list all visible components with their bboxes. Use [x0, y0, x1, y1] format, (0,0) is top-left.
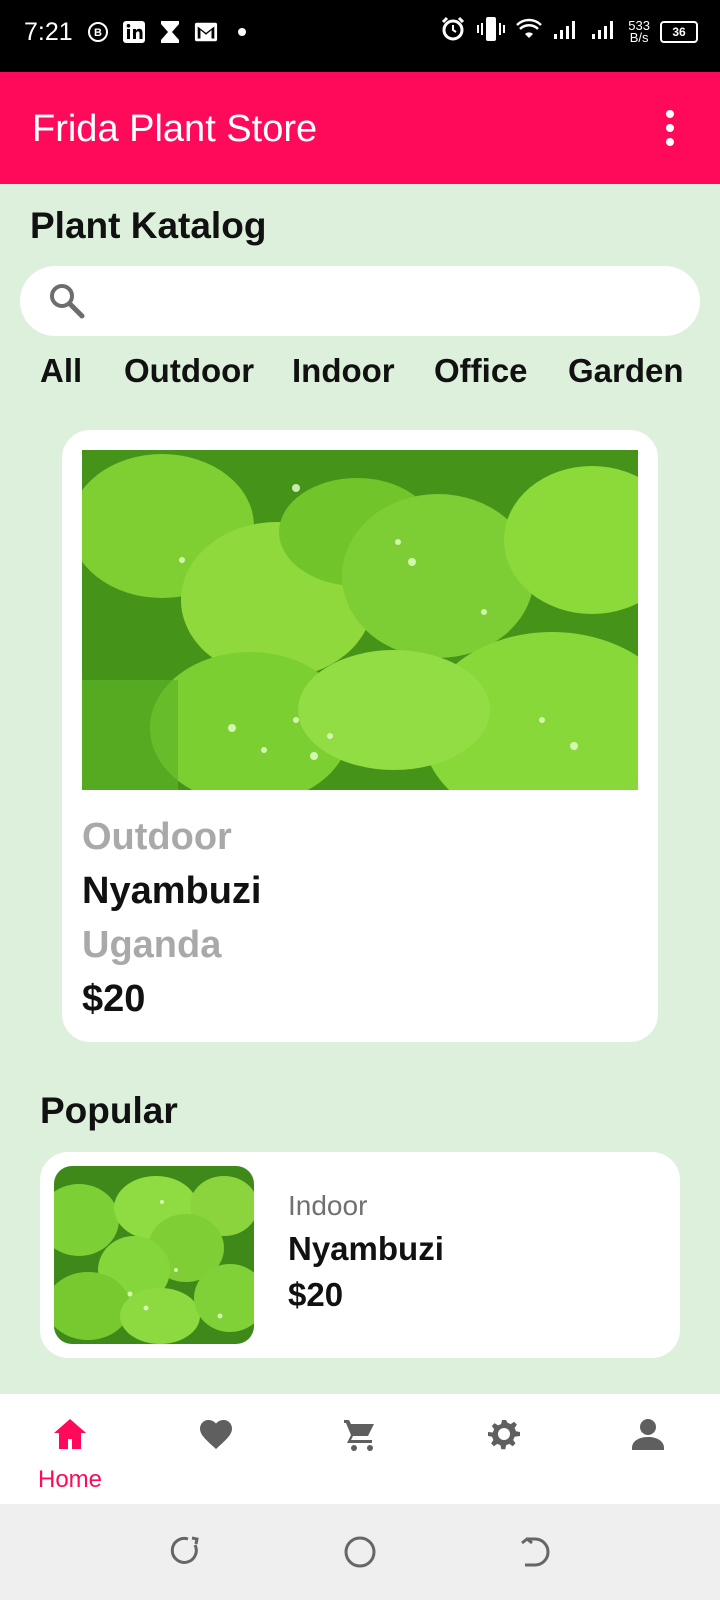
vibrate-icon [476, 16, 506, 47]
featured-plant-image [82, 450, 638, 790]
home-icon [54, 1419, 86, 1449]
b-circle-icon: B [86, 20, 110, 44]
category-tabs: All Outdoor Indoor Office Garden [0, 352, 720, 402]
heart-icon [200, 1420, 232, 1449]
search-input[interactable] [110, 278, 674, 326]
home-system-icon[interactable] [342, 1534, 378, 1570]
hourglass-icon [158, 20, 182, 44]
popular-item-category: Indoor [288, 1190, 368, 1221]
wifi-icon [516, 18, 543, 45]
settings-icon [488, 1420, 520, 1450]
network-speed-unit: B/s [629, 29, 649, 45]
status-bar: 7:21 B 533 B/s 36 [0, 0, 720, 72]
status-time: 7:21 [24, 18, 73, 46]
signal-icon [552, 18, 580, 45]
svg-text:B: B [94, 27, 102, 39]
featured-plant-card[interactable]: Outdoor Nyambuzi Uganda $20 [62, 430, 658, 1042]
search-bar [20, 266, 700, 336]
popular-plant-image [54, 1166, 254, 1344]
linkedin-icon [122, 20, 146, 44]
popular-plant-card[interactable]: Indoor Nyambuzi $20 [40, 1152, 680, 1358]
popular-item-price: $20 [288, 1276, 344, 1313]
page-title: Plant Katalog [30, 205, 267, 246]
featured-origin: Uganda [82, 924, 222, 966]
battery-icon: 36 [660, 20, 698, 43]
search-icon [50, 284, 85, 319]
battery-level: 36 [672, 24, 686, 39]
nav-profile[interactable] [588, 1394, 708, 1504]
system-navigation-bar [0, 1504, 720, 1600]
cart-icon [344, 1420, 374, 1451]
nav-settings[interactable] [444, 1394, 564, 1504]
tab-garden[interactable]: Garden [568, 352, 684, 390]
nav-home[interactable]: Home [10, 1394, 130, 1504]
dot-icon [230, 20, 254, 44]
person-icon [632, 1419, 664, 1450]
featured-name: Nyambuzi [82, 870, 262, 912]
nav-cart[interactable] [300, 1394, 420, 1504]
nav-favorites[interactable] [156, 1394, 276, 1504]
popular-item-name: Nyambuzi [288, 1230, 444, 1267]
gmail-icon [194, 20, 218, 44]
status-notification-icons: B [86, 20, 254, 44]
tab-all[interactable]: All [40, 352, 82, 390]
tab-outdoor[interactable]: Outdoor [124, 352, 254, 390]
tab-office[interactable]: Office [434, 352, 528, 390]
status-system-icons: 533 B/s 36 [440, 16, 698, 47]
tab-indoor[interactable]: Indoor [292, 352, 395, 390]
nav-home-label: Home [37, 1466, 103, 1493]
bottom-navigation: Home [0, 1394, 720, 1504]
featured-price: $20 [82, 978, 146, 1020]
network-speed: 533 B/s [628, 19, 650, 45]
app-title: Frida Plant Store [32, 108, 318, 150]
back-system-icon[interactable] [518, 1534, 554, 1570]
signal-icon [590, 18, 618, 45]
overflow-menu-icon[interactable] [664, 108, 676, 148]
alarm-icon [440, 16, 466, 47]
app-bar: Frida Plant Store [0, 72, 720, 184]
recent-apps-icon[interactable] [166, 1534, 202, 1570]
featured-category: Outdoor [82, 816, 232, 858]
popular-section-title: Popular [40, 1090, 178, 1131]
